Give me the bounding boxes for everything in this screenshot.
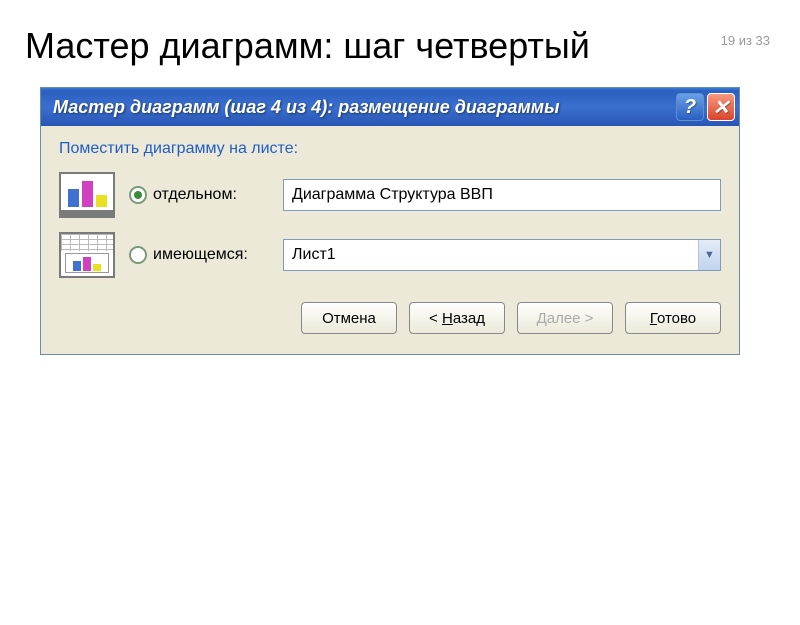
- chevron-down-icon: ▼: [698, 240, 720, 270]
- titlebar-text: Мастер диаграмм (шаг 4 из 4): размещение…: [53, 97, 673, 118]
- radio-separate[interactable]: отдельном:: [129, 186, 269, 204]
- sheet-select[interactable]: Лист1 ▼: [283, 239, 721, 271]
- worksheet-icon: [59, 232, 115, 278]
- cancel-button[interactable]: Отмена: [301, 302, 397, 334]
- chart-wizard-dialog: Мастер диаграмм (шаг 4 из 4): размещение…: [40, 87, 740, 355]
- section-label: Поместить диаграмму на листе:: [59, 140, 721, 158]
- radio-separate-label: отдельном:: [153, 186, 237, 204]
- finish-button[interactable]: Готово: [625, 302, 721, 334]
- next-suffix: >: [585, 310, 594, 327]
- chart-name-input[interactable]: [283, 179, 721, 211]
- back-hotkey: Н: [442, 310, 453, 327]
- button-row: Отмена < Назад Далее > Готово: [59, 302, 721, 334]
- sheet-select-value: Лист1: [284, 240, 698, 270]
- radio-existing-label: имеющемся:: [153, 246, 248, 264]
- next-prefix: Далее: [537, 310, 585, 327]
- radio-existing[interactable]: имеющемся:: [129, 246, 269, 264]
- help-button[interactable]: ?: [676, 93, 704, 121]
- radio-existing-indicator: [129, 246, 147, 264]
- finish-rest: отово: [657, 310, 696, 327]
- titlebar: Мастер диаграмм (шаг 4 из 4): размещение…: [41, 88, 739, 126]
- close-icon: ✕: [713, 95, 730, 120]
- page-counter: 19 из 33: [721, 33, 770, 48]
- chart-sheet-icon: [59, 172, 115, 218]
- back-prefix: <: [429, 310, 442, 327]
- finish-hotkey: Г: [650, 310, 657, 327]
- next-button: Далее >: [517, 302, 613, 334]
- option-row-existing: имеющемся: Лист1 ▼: [59, 232, 721, 278]
- dialog-content: Поместить диаграмму на листе: отдельном:: [41, 126, 739, 354]
- close-button[interactable]: ✕: [707, 93, 735, 121]
- page-title: Мастер диаграмм: шаг четвертый: [25, 25, 800, 67]
- back-rest: азад: [453, 310, 485, 327]
- help-icon: ?: [684, 96, 696, 119]
- option-row-separate: отдельном:: [59, 172, 721, 218]
- back-button[interactable]: < Назад: [409, 302, 505, 334]
- radio-separate-indicator: [129, 186, 147, 204]
